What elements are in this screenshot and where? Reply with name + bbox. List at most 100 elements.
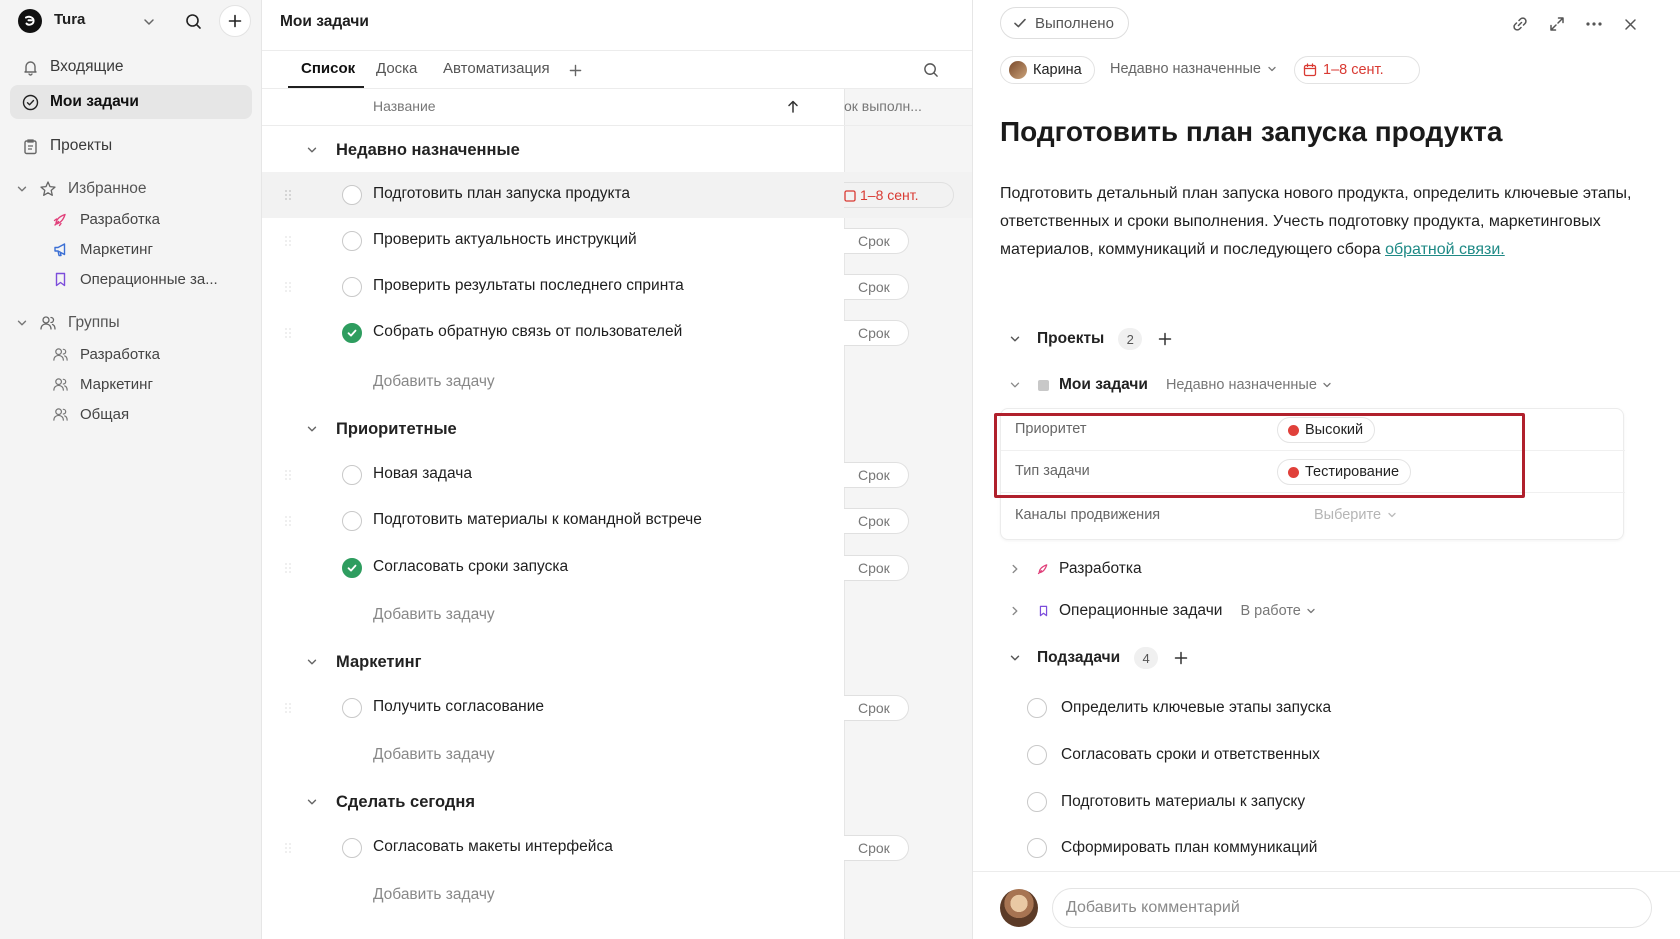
workspace-logo-icon[interactable] xyxy=(18,9,42,33)
task-row[interactable]: Получить согласование Срок xyxy=(262,685,972,731)
drag-handle-icon[interactable] xyxy=(284,702,292,714)
subtask-checkbox[interactable] xyxy=(1027,838,1047,858)
drag-handle-icon[interactable] xyxy=(284,562,292,574)
task-checkbox[interactable] xyxy=(342,185,362,205)
group-header[interactable]: Маркетинг xyxy=(262,642,844,682)
close-icon[interactable] xyxy=(1619,13,1641,35)
task-row[interactable]: Собрать обратную связь от пользователей … xyxy=(262,310,972,356)
add-task-button[interactable]: Добавить задачу xyxy=(373,886,495,904)
group-header[interactable]: Недавно назначенные xyxy=(262,130,844,170)
drag-handle-icon[interactable] xyxy=(284,281,292,293)
description-link[interactable]: обратной связи. xyxy=(1385,241,1505,258)
favorites-group-toggle[interactable]: Избранное xyxy=(16,175,147,203)
drag-handle-icon[interactable] xyxy=(284,515,292,527)
drag-handle-icon[interactable] xyxy=(284,842,292,854)
task-due-date[interactable]: Срок xyxy=(844,508,909,534)
favorite-item[interactable]: Маркетинг xyxy=(50,235,153,263)
group-header[interactable]: Приоритетные xyxy=(262,409,844,449)
subtasks-section-header[interactable]: Подзадачи 4 xyxy=(1009,644,1188,672)
workspace-name[interactable]: Tura xyxy=(54,11,85,28)
task-row[interactable]: Проверить результаты последнего спринта … xyxy=(262,264,972,310)
subtask-row[interactable]: Подготовить материалы к запуску xyxy=(1027,788,1305,816)
add-task-button[interactable]: Добавить задачу xyxy=(373,373,495,391)
favorite-item[interactable]: Операционные за... xyxy=(50,265,218,293)
project-section-select[interactable]: Недавно назначенные xyxy=(1166,377,1332,393)
task-row[interactable]: Подготовить материалы к командной встреч… xyxy=(262,498,972,544)
groups-group-toggle[interactable]: Группы xyxy=(16,309,120,337)
task-row[interactable]: Согласовать макеты интерфейса Срок xyxy=(262,825,972,871)
link-icon[interactable] xyxy=(1509,13,1531,35)
task-due-date[interactable]: Срок xyxy=(844,462,909,488)
task-checkbox[interactable] xyxy=(342,511,362,531)
list-search-icon[interactable] xyxy=(922,61,940,79)
mark-complete-button[interactable]: Выполнено xyxy=(1000,7,1129,39)
search-icon[interactable] xyxy=(182,10,204,32)
workspace-chevron-down-icon[interactable] xyxy=(140,13,158,31)
tab-automation[interactable]: Автоматизация xyxy=(443,60,550,88)
task-checkbox[interactable] xyxy=(342,277,362,297)
group-item[interactable]: Общая xyxy=(50,400,129,428)
subtask-checkbox[interactable] xyxy=(1027,745,1047,765)
add-tab-plus-icon[interactable] xyxy=(567,62,583,78)
task-title[interactable]: Подготовить план запуска продукта xyxy=(1000,116,1502,148)
task-checkbox-checked[interactable] xyxy=(342,558,362,578)
task-checkbox[interactable] xyxy=(342,465,362,485)
assignee-selector[interactable]: Карина xyxy=(1000,56,1095,84)
nav-projects[interactable]: Проекты xyxy=(10,129,252,163)
nav-inbox[interactable]: Входящие xyxy=(10,50,252,84)
add-project-plus-icon[interactable] xyxy=(1158,332,1172,346)
task-due-date[interactable]: Срок xyxy=(844,695,909,721)
comment-input[interactable] xyxy=(1052,888,1652,928)
create-button[interactable] xyxy=(219,5,251,37)
task-checkbox[interactable] xyxy=(342,698,362,718)
more-options-icon[interactable] xyxy=(1583,13,1605,35)
task-row[interactable]: Подготовить план запуска продукта 1–8 се… xyxy=(262,172,972,218)
project-row[interactable]: Разработка xyxy=(1009,555,1142,583)
task-checkbox[interactable] xyxy=(342,838,362,858)
group-item[interactable]: Маркетинг xyxy=(50,370,153,398)
projects-section-header[interactable]: Проекты 2 xyxy=(1009,325,1172,353)
favorite-item[interactable]: Разработка xyxy=(50,205,160,233)
priority-value-chip[interactable]: Высокий xyxy=(1277,417,1376,443)
group-item[interactable]: Разработка xyxy=(50,340,160,368)
drag-handle-icon[interactable] xyxy=(284,235,292,247)
add-subtask-plus-icon[interactable] xyxy=(1174,651,1188,665)
subtask-checkbox[interactable] xyxy=(1027,698,1047,718)
subtask-row[interactable]: Согласовать сроки и ответственных xyxy=(1027,741,1320,769)
subtask-checkbox[interactable] xyxy=(1027,792,1047,812)
drag-handle-icon[interactable] xyxy=(284,189,292,201)
subtask-row[interactable]: Сформировать план коммуникаций xyxy=(1027,834,1317,862)
group-header[interactable]: Сделать сегодня xyxy=(262,782,844,822)
task-due-date[interactable]: Срок xyxy=(844,835,909,861)
task-due-date[interactable]: Срок xyxy=(844,555,909,581)
add-task-button[interactable]: Добавить задачу xyxy=(373,746,495,764)
add-task-button[interactable]: Добавить задачу xyxy=(373,606,495,624)
task-row[interactable]: Согласовать сроки запуска Срок xyxy=(262,545,972,591)
task-due-date[interactable]: 1–8 сент. xyxy=(844,182,954,208)
project-section-select[interactable]: В работе xyxy=(1240,603,1315,619)
subtask-row[interactable]: Определить ключевые этапы запуска xyxy=(1027,694,1331,722)
task-checkbox[interactable] xyxy=(342,231,362,251)
task-due-date[interactable]: Срок xyxy=(844,228,909,254)
column-header-due[interactable]: ок выполн... xyxy=(844,98,972,114)
drag-handle-icon[interactable] xyxy=(284,469,292,481)
task-row[interactable]: Новая задача Срок xyxy=(262,452,972,498)
nav-my-tasks[interactable]: Мои задачи xyxy=(10,85,252,119)
tab-list[interactable]: Список xyxy=(301,60,355,88)
task-description[interactable]: Подготовить детальный план запуска новог… xyxy=(1000,180,1640,264)
task-due-date[interactable]: Срок xyxy=(844,274,909,300)
sort-arrow-up-icon[interactable] xyxy=(785,98,801,114)
project-row[interactable]: Мои задачи Недавно назначенные xyxy=(1009,371,1332,399)
drag-handle-icon[interactable] xyxy=(284,327,292,339)
section-select[interactable]: Недавно назначенные xyxy=(1110,61,1277,77)
channels-select[interactable]: Выберите xyxy=(1314,507,1397,523)
tab-board[interactable]: Доска xyxy=(376,60,417,88)
expand-icon[interactable] xyxy=(1546,13,1568,35)
project-row[interactable]: Операционные задачи В работе xyxy=(1009,597,1316,625)
column-header-name[interactable]: Название xyxy=(373,98,436,114)
task-row[interactable]: Проверить актуальность инструкций Срок xyxy=(262,218,972,264)
task-due-date[interactable]: Срок xyxy=(844,320,909,346)
due-date-selector[interactable]: 1–8 сент. xyxy=(1294,56,1420,84)
task-checkbox-checked[interactable] xyxy=(342,323,362,343)
task-type-value-chip[interactable]: Тестирование xyxy=(1277,459,1412,485)
